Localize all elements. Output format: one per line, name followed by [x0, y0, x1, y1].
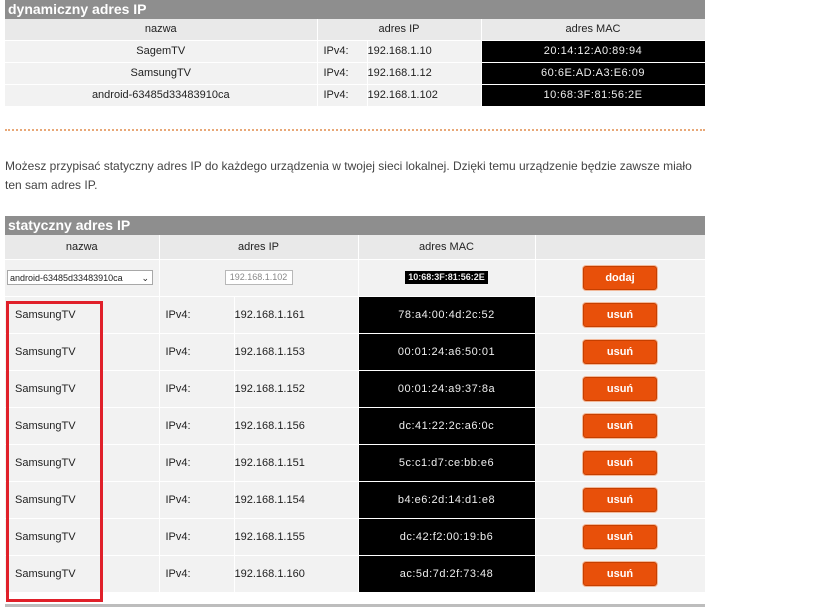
mac-address: 78:a4:00:4d:2c:52: [358, 296, 536, 334]
ip-protocol: IPv4:: [159, 296, 235, 334]
remove-button[interactable]: usuń: [583, 413, 657, 438]
ip-protocol: IPv4:: [159, 481, 235, 519]
mac-address: 00:01:24:a9:37:8a: [358, 370, 536, 408]
ip-address: 192.168.1.102: [367, 84, 482, 107]
column-header-mac: adres MAC: [358, 235, 536, 260]
ip-address: 192.168.1.155: [234, 518, 359, 556]
device-name: SamsungTV: [5, 62, 318, 85]
ip-address-input[interactable]: 192.168.1.102: [224, 270, 293, 285]
mac-address: 20:14:12:A0:89:94: [481, 40, 706, 63]
column-header-ip: adres IP: [159, 235, 359, 260]
device-select-value: android-63485d33483910ca: [10, 273, 123, 283]
ip-protocol: IPv4:: [159, 370, 235, 408]
ip-protocol: IPv4:: [317, 40, 368, 63]
remove-button[interactable]: usuń: [583, 524, 657, 549]
ip-address: 192.168.1.160: [234, 555, 359, 593]
remove-cell: usuń: [535, 481, 706, 519]
table-row: SamsungTV IPv4: 192.168.1.151 5c:c1:d7:c…: [5, 444, 706, 482]
chevron-down-icon: ⌄: [141, 273, 149, 283]
mac-address: ac:5d:7d:2f:73:48: [358, 555, 536, 593]
remove-cell: usuń: [535, 333, 706, 371]
mac-address: 00:01:24:a6:50:01: [358, 333, 536, 371]
device-name: android-63485d33483910ca: [5, 84, 318, 107]
table-row: SamsungTV IPv4: 192.168.1.156 dc:41:22:2…: [5, 407, 706, 445]
intro-text: Możesz przypisać statyczny adres IP do k…: [5, 159, 692, 192]
dotted-divider: [5, 129, 705, 131]
mac-address: 60:6E:AD:A3:E6:09: [481, 62, 706, 85]
device-select[interactable]: android-63485d33483910ca ⌄: [7, 270, 153, 285]
ip-protocol: IPv4:: [159, 407, 235, 445]
ip-protocol: IPv4:: [317, 84, 368, 107]
static-ip-table: nazwa adres IP adres MAC android-63485d3…: [5, 235, 706, 593]
table-row: SamsungTV IPv4: 192.168.1.161 78:a4:00:4…: [5, 296, 706, 334]
ip-protocol: IPv4:: [159, 333, 235, 371]
table-row: SagemTV IPv4: 192.168.1.10 20:14:12:A0:8…: [5, 40, 706, 63]
table-row: SamsungTV IPv4: 192.168.1.155 dc:42:f2:0…: [5, 518, 706, 556]
mac-address: 5c:c1:d7:ce:bb:e6: [358, 444, 536, 482]
table-row: SamsungTV IPv4: 192.168.1.160 ac:5d:7d:2…: [5, 555, 706, 593]
ip-input-cell: 192.168.1.102: [159, 259, 359, 297]
remove-button[interactable]: usuń: [583, 376, 657, 401]
device-select-cell: android-63485d33483910ca ⌄: [5, 259, 160, 297]
mac-address: dc:42:f2:00:19:b6: [358, 518, 536, 556]
remove-cell: usuń: [535, 444, 706, 482]
remove-button[interactable]: usuń: [583, 339, 657, 364]
ip-protocol: IPv4:: [317, 62, 368, 85]
mac-address: 10:68:3F:81:56:2E: [481, 84, 706, 107]
add-static-row: android-63485d33483910ca ⌄ 192.168.1.102…: [5, 259, 706, 297]
ip-protocol: IPv4:: [159, 555, 235, 593]
mac-cell: 10:68:3F:81:56:2E: [358, 259, 536, 297]
dynamic-section-title: dynamiczny adres IP: [5, 0, 705, 19]
table-row: android-63485d33483910ca IPv4: 192.168.1…: [5, 84, 706, 107]
remove-cell: usuń: [535, 407, 706, 445]
column-header-ip: adres IP: [317, 19, 482, 41]
column-header-action: [535, 235, 706, 260]
dynamic-ip-table: nazwa adres IP adres MAC SagemTV IPv4: 1…: [5, 19, 706, 107]
mac-address: dc:41:22:2c:a6:0c: [358, 407, 536, 445]
table-row: SamsungTV IPv4: 192.168.1.152 00:01:24:a…: [5, 370, 706, 408]
remove-button[interactable]: usuń: [583, 561, 657, 586]
ip-address: 192.168.1.156: [234, 407, 359, 445]
remove-cell: usuń: [535, 555, 706, 593]
ip-address: 192.168.1.154: [234, 481, 359, 519]
ip-protocol: IPv4:: [159, 444, 235, 482]
remove-cell: usuń: [535, 370, 706, 408]
static-section-title: statyczny adres IP: [5, 216, 705, 235]
device-name: SagemTV: [5, 40, 318, 63]
add-cell: dodaj: [535, 259, 706, 297]
highlight-box: [6, 301, 103, 602]
ip-address: 192.168.1.10: [367, 40, 482, 63]
ip-address: 192.168.1.151: [234, 444, 359, 482]
ip-address: 192.168.1.161: [234, 296, 359, 334]
table-row: SamsungTV IPv4: 192.168.1.153 00:01:24:a…: [5, 333, 706, 371]
ip-protocol: IPv4:: [159, 518, 235, 556]
remove-cell: usuń: [535, 518, 706, 556]
ip-address: 192.168.1.153: [234, 333, 359, 371]
ip-address: 192.168.1.152: [234, 370, 359, 408]
table-row: SamsungTV IPv4: 192.168.1.154 b4:e6:2d:1…: [5, 481, 706, 519]
remove-button[interactable]: usuń: [583, 487, 657, 512]
remove-button[interactable]: usuń: [583, 302, 657, 327]
mac-address: 10:68:3F:81:56:2E: [405, 271, 488, 284]
remove-button[interactable]: usuń: [583, 450, 657, 475]
mac-address: b4:e6:2d:14:d1:e8: [358, 481, 536, 519]
column-header-name: nazwa: [5, 235, 160, 260]
table-row: SamsungTV IPv4: 192.168.1.12 60:6E:AD:A3…: [5, 62, 706, 85]
add-button[interactable]: dodaj: [583, 265, 657, 290]
column-header-name: nazwa: [5, 19, 318, 41]
column-header-mac: adres MAC: [481, 19, 706, 41]
remove-cell: usuń: [535, 296, 706, 334]
ip-address: 192.168.1.12: [367, 62, 482, 85]
